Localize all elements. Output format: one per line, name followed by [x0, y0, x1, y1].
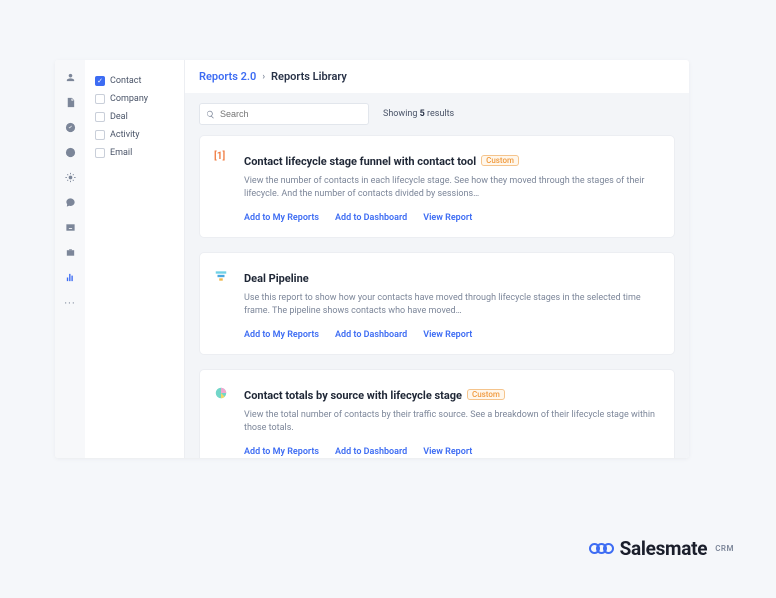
custom-badge: Custom [481, 155, 519, 166]
add-to-my-reports-link[interactable]: Add to My Reports [244, 447, 319, 457]
filter-item-company[interactable]: Company [93, 90, 176, 108]
checkbox-icon[interactable] [95, 76, 105, 86]
main-panel: Reports 2.0 › Reports Library Showing 5 … [185, 60, 689, 458]
report-title: Contact lifecycle stage funnel with cont… [244, 155, 476, 168]
filter-label: Deal [110, 112, 128, 122]
chevron-right-icon: › [262, 72, 265, 82]
filter-item-email[interactable]: Email [93, 144, 176, 162]
nav-more-icon[interactable]: ··· [64, 297, 76, 310]
nav-check-icon[interactable] [65, 122, 76, 133]
view-report-link[interactable]: View Report [423, 447, 472, 457]
report-card: [1] Contact lifecycle stage funnel with c… [199, 135, 675, 238]
nav-rail: ··· [55, 60, 85, 458]
report-card: Contact totals by source with lifecycle … [199, 369, 675, 458]
nav-briefcase-icon[interactable] [65, 247, 76, 258]
nav-info-icon[interactable] [65, 147, 76, 158]
nav-notes-icon[interactable] [65, 97, 76, 108]
nav-inbox-icon[interactable] [65, 222, 76, 233]
view-report-link[interactable]: View Report [423, 213, 472, 223]
brand-logo: Salesmate CRM [589, 537, 734, 560]
checkbox-icon[interactable] [95, 94, 105, 104]
custom-badge: Custom [467, 389, 505, 400]
view-report-link[interactable]: View Report [423, 330, 472, 340]
report-actions: Add to My Reports Add to Dashboard View Re… [244, 213, 660, 223]
filter-label: Activity [110, 130, 139, 140]
toolbar: Showing 5 results [185, 93, 689, 135]
brand-mark-icon [589, 543, 614, 554]
breadcrumb: Reports 2.0 › Reports Library [199, 70, 675, 83]
report-title: Deal Pipeline [244, 272, 309, 285]
add-to-my-reports-link[interactable]: Add to My Reports [244, 330, 319, 340]
report-list: [1] Contact lifecycle stage funnel with c… [185, 135, 689, 458]
report-actions: Add to My Reports Add to Dashboard View Re… [244, 447, 660, 457]
brand-name: Salesmate [620, 537, 708, 560]
filter-label: Company [110, 94, 148, 104]
nav-contacts-icon[interactable] [65, 72, 76, 83]
add-to-dashboard-link[interactable]: Add to Dashboard [335, 447, 407, 457]
filter-label: Email [110, 148, 132, 158]
report-description: View the total number of contacts by the… [244, 409, 660, 435]
breadcrumb-bar: Reports 2.0 › Reports Library [185, 60, 689, 93]
checkbox-icon[interactable] [95, 130, 105, 140]
search-icon [206, 110, 215, 119]
filter-item-contact[interactable]: Contact [93, 72, 176, 90]
app-window: ··· Contact Company Deal Activity Email Repo… [55, 60, 689, 458]
add-to-dashboard-link[interactable]: Add to Dashboard [335, 213, 407, 223]
add-to-dashboard-link[interactable]: Add to Dashboard [335, 330, 407, 340]
filter-label: Contact [110, 76, 141, 86]
filter-item-deal[interactable]: Deal [93, 108, 176, 126]
breadcrumb-current: Reports Library [271, 70, 347, 83]
report-description: View the number of contacts in each life… [244, 175, 660, 201]
checkbox-icon[interactable] [95, 112, 105, 122]
number-one-icon: [1] [214, 151, 232, 162]
nav-reports-icon[interactable] [65, 272, 76, 283]
results-count: Showing 5 results [383, 109, 454, 119]
brand-suffix: CRM [715, 544, 734, 553]
nav-settings-icon[interactable] [65, 172, 76, 183]
report-title: Contact totals by source with lifecycle … [244, 389, 462, 402]
filters-sidebar: Contact Company Deal Activity Email [85, 60, 185, 458]
report-description: Use this report to show how your contact… [244, 292, 660, 318]
add-to-my-reports-link[interactable]: Add to My Reports [244, 213, 319, 223]
pie-icon [214, 386, 228, 400]
search-input[interactable] [220, 109, 362, 119]
funnel-icon [214, 269, 228, 283]
search-box[interactable] [199, 103, 369, 125]
report-card: Deal Pipeline Use this report to show how… [199, 252, 675, 355]
filter-item-activity[interactable]: Activity [93, 126, 176, 144]
checkbox-icon[interactable] [95, 148, 105, 158]
report-actions: Add to My Reports Add to Dashboard View Re… [244, 330, 660, 340]
breadcrumb-link[interactable]: Reports 2.0 [199, 70, 256, 83]
nav-chat-icon[interactable] [65, 197, 76, 208]
